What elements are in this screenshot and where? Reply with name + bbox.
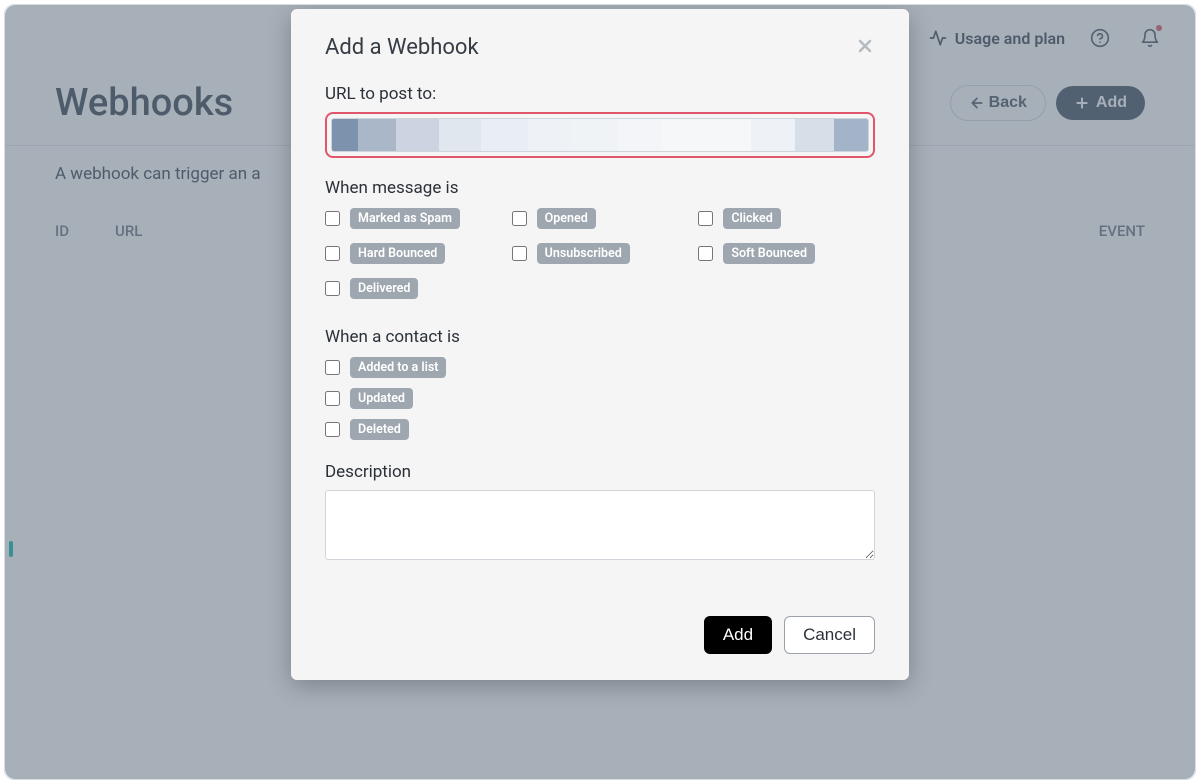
redacted-segment <box>332 119 358 151</box>
url-label: URL to post to: <box>325 84 875 104</box>
message-event-item: Delivered <box>325 278 502 299</box>
redacted-segment <box>481 119 528 151</box>
contact-section-heading: When a contact is <box>325 327 875 347</box>
message-section-heading: When message is <box>325 178 875 198</box>
message-event-checkbox[interactable] <box>325 211 340 226</box>
description-input[interactable] <box>325 490 875 560</box>
modal-title: Add a Webhook <box>325 35 479 60</box>
description-label: Description <box>325 462 875 482</box>
contact-event-item: Added to a list <box>325 357 875 378</box>
add-webhook-modal: Add a Webhook URL to post to: When messa… <box>291 9 909 680</box>
redacted-segment <box>439 119 480 151</box>
message-event-item: Opened <box>512 208 689 229</box>
redacted-segment <box>661 119 706 151</box>
redacted-segment <box>706 119 751 151</box>
message-event-label: Soft Bounced <box>723 243 815 264</box>
contact-event-item: Deleted <box>325 419 875 440</box>
cancel-button[interactable]: Cancel <box>784 616 875 654</box>
contact-event-item: Updated <box>325 388 875 409</box>
redacted-segment <box>358 119 396 151</box>
message-events-grid: Marked as Spam Opened Clicked Hard Bounced U… <box>325 208 875 299</box>
message-event-label: Delivered <box>350 278 418 299</box>
message-event-checkbox[interactable] <box>325 281 340 296</box>
message-event-checkbox[interactable] <box>698 246 713 261</box>
message-event-checkbox[interactable] <box>698 211 713 226</box>
close-icon <box>855 36 875 56</box>
url-highlight <box>325 112 875 158</box>
message-event-label: Unsubscribed <box>537 243 630 264</box>
redacted-segment <box>795 119 835 151</box>
redacted-segment <box>834 119 868 151</box>
message-event-item: Clicked <box>698 208 875 229</box>
contact-event-checkbox[interactable] <box>325 391 340 406</box>
add-button[interactable]: Add <box>704 616 772 654</box>
message-event-item: Soft Bounced <box>698 243 875 264</box>
contact-event-label: Added to a list <box>350 357 446 378</box>
redacted-segment <box>571 119 618 151</box>
contact-event-label: Updated <box>350 388 413 409</box>
message-event-item: Marked as Spam <box>325 208 502 229</box>
redacted-segment <box>751 119 794 151</box>
message-event-checkbox[interactable] <box>325 246 340 261</box>
contact-event-checkbox[interactable] <box>325 360 340 375</box>
redacted-segment <box>528 119 571 151</box>
message-event-checkbox[interactable] <box>512 246 527 261</box>
message-event-label: Opened <box>537 208 596 229</box>
message-event-label: Clicked <box>723 208 780 229</box>
message-event-label: Hard Bounced <box>350 243 445 264</box>
contact-event-label: Deleted <box>350 419 409 440</box>
message-event-label: Marked as Spam <box>350 208 460 229</box>
message-event-item: Unsubscribed <box>512 243 689 264</box>
redacted-segment <box>396 119 439 151</box>
message-event-checkbox[interactable] <box>512 211 527 226</box>
contact-events-grid: Added to a list Updated Deleted <box>325 357 875 440</box>
contact-event-checkbox[interactable] <box>325 422 340 437</box>
redacted-segment <box>618 119 661 151</box>
message-event-item: Hard Bounced <box>325 243 502 264</box>
url-input[interactable] <box>331 118 869 152</box>
close-button[interactable] <box>855 36 875 60</box>
